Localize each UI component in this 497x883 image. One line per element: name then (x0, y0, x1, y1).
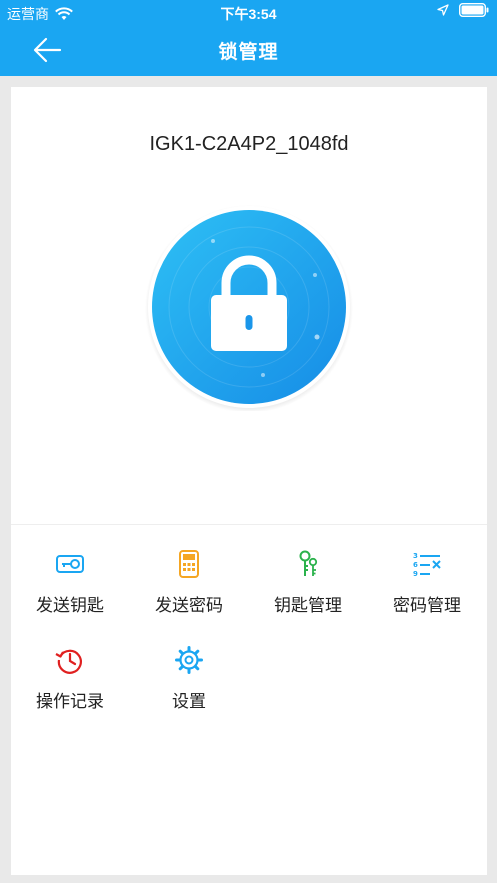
send-password-label: 发送密码 (155, 596, 223, 615)
settings-label: 设置 (172, 692, 206, 711)
history-icon (55, 649, 82, 674)
send-key-button[interactable]: 发送钥匙 (10, 549, 130, 616)
status-bar: 运营商 下午3:54 (0, 0, 497, 24)
key-management-button[interactable]: 钥匙管理 (248, 549, 368, 616)
send-password-button[interactable]: 发送密码 (129, 549, 249, 616)
password-management-label: 密码管理 (393, 596, 461, 615)
page-title: 锁管理 (218, 42, 279, 63)
operation-log-button[interactable]: 操作记录 (10, 645, 130, 712)
send-key-icon (56, 555, 84, 573)
nav-bar: 锁管理 (0, 24, 497, 76)
clock: 下午3:54 (220, 6, 277, 22)
svg-text:6: 6 (413, 561, 418, 569)
battery-icon (459, 3, 489, 17)
operation-log-label: 操作记录 (36, 692, 104, 711)
key-management-label: 钥匙管理 (274, 596, 342, 615)
keys-icon (299, 550, 318, 576)
gear-icon (175, 646, 203, 674)
settings-button[interactable]: 设置 (129, 645, 249, 712)
send-key-label: 发送钥匙 (36, 596, 104, 615)
password-management-button[interactable]: 3 6 9 密码管理 (367, 549, 487, 616)
svg-text:3: 3 (413, 552, 418, 560)
divider (11, 524, 487, 525)
location-arrow-icon (437, 4, 449, 16)
lock-card: IGK1-C2A4P2_1048fd 发送钥匙 发送密码 钥匙管理 3 6 9 … (11, 87, 487, 875)
password-list-icon: 3 6 9 (413, 552, 441, 578)
svg-text:9: 9 (413, 570, 418, 578)
calculator-icon (179, 550, 199, 578)
unlock-button[interactable] (145, 203, 353, 411)
device-name: IGK1-C2A4P2_1048fd (149, 133, 349, 155)
